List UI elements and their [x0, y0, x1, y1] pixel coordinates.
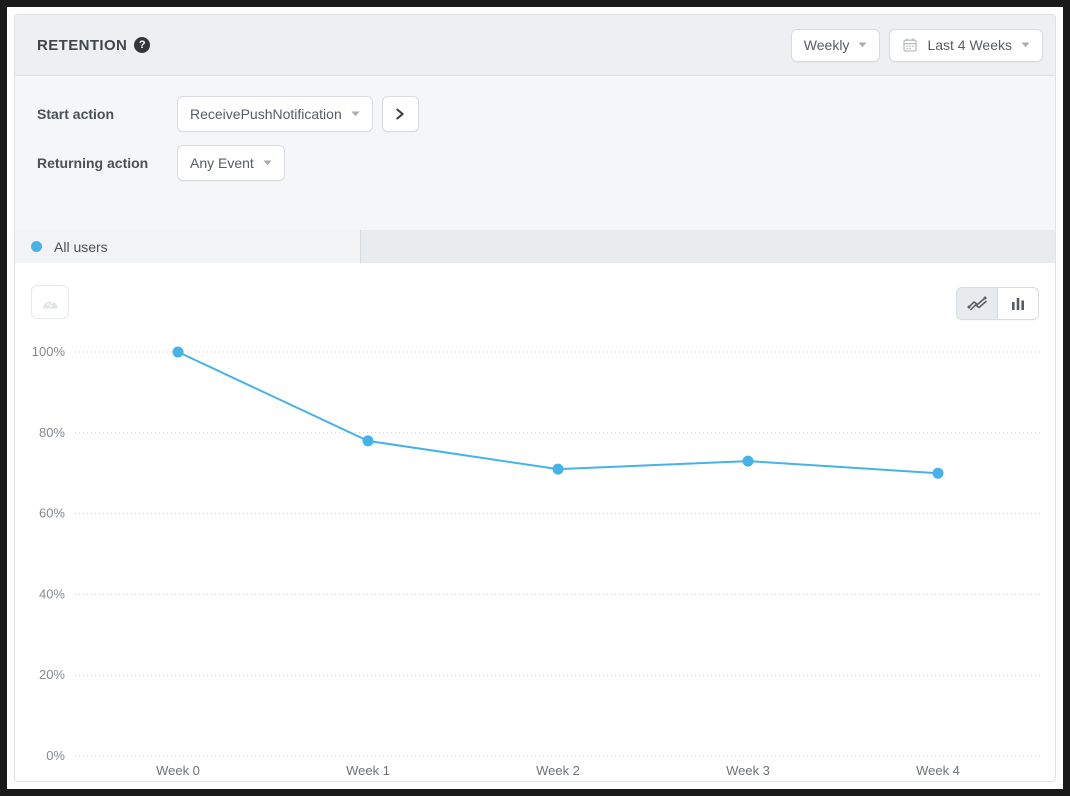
y-tick-label: 60%: [39, 506, 65, 521]
y-tick-label: 100%: [32, 344, 66, 359]
granularity-dropdown-label: Weekly: [804, 37, 850, 53]
data-point[interactable]: [743, 456, 754, 467]
x-tick-label: Week 4: [916, 763, 960, 778]
chart-section: 0% 20% 40% 60% 80% 100% Week 0 Week 1 Week 2 Week…: [15, 263, 1055, 781]
retention-panel: RETENTION ? Weekly: [14, 14, 1056, 782]
data-point[interactable]: [933, 468, 944, 479]
segment-color-dot: [31, 241, 42, 252]
x-tick-label: Week 2: [536, 763, 580, 778]
chevron-down-icon: [351, 111, 360, 117]
panel-header: RETENTION ? Weekly: [15, 15, 1055, 76]
y-tick-label: 0%: [46, 748, 65, 763]
x-tick-label: Week 0: [156, 763, 200, 778]
data-point[interactable]: [553, 464, 564, 475]
x-tick-label: Week 1: [346, 763, 390, 778]
chevron-down-icon: [263, 160, 272, 166]
start-action-dropdown[interactable]: ReceivePushNotification: [177, 96, 373, 132]
app-frame: RETENTION ? Weekly: [0, 0, 1070, 796]
retention-line: [178, 352, 938, 473]
y-tick-label: 80%: [39, 425, 65, 440]
chevron-down-icon: [1021, 42, 1030, 48]
start-action-label: Start action: [37, 106, 177, 122]
returning-action-value: Any Event: [190, 155, 254, 171]
retention-line-chart: 0% 20% 40% 60% 80% 100% Week 0 Week 1 Week 2 Week…: [15, 263, 1055, 782]
y-tick-label: 20%: [39, 667, 65, 682]
filters-section: Start action ReceivePushNotification: [15, 76, 1055, 230]
data-point[interactable]: [173, 347, 184, 358]
segment-tabstrip: All users: [15, 230, 1055, 263]
calendar-icon: [902, 37, 918, 53]
y-tick-label: 40%: [39, 586, 65, 601]
granularity-dropdown[interactable]: Weekly: [791, 29, 881, 62]
expand-step-button[interactable]: [382, 96, 419, 132]
returning-action-row: Returning action Any Event: [37, 145, 1055, 181]
data-point[interactable]: [363, 435, 374, 446]
segment-tab-label: All users: [54, 239, 108, 255]
start-action-row: Start action ReceivePushNotification: [37, 96, 1055, 132]
help-icon[interactable]: ?: [134, 37, 150, 53]
segment-tab-all-users[interactable]: All users: [15, 230, 361, 263]
start-action-value: ReceivePushNotification: [190, 106, 342, 122]
date-range-dropdown-label: Last 4 Weeks: [927, 37, 1012, 53]
x-tick-label: Week 3: [726, 763, 770, 778]
returning-action-dropdown[interactable]: Any Event: [177, 145, 285, 181]
date-range-dropdown[interactable]: Last 4 Weeks: [889, 29, 1043, 62]
chevron-right-icon: [393, 107, 407, 121]
page-title: RETENTION: [37, 37, 127, 54]
returning-action-label: Returning action: [37, 155, 177, 171]
chevron-down-icon: [858, 42, 867, 48]
